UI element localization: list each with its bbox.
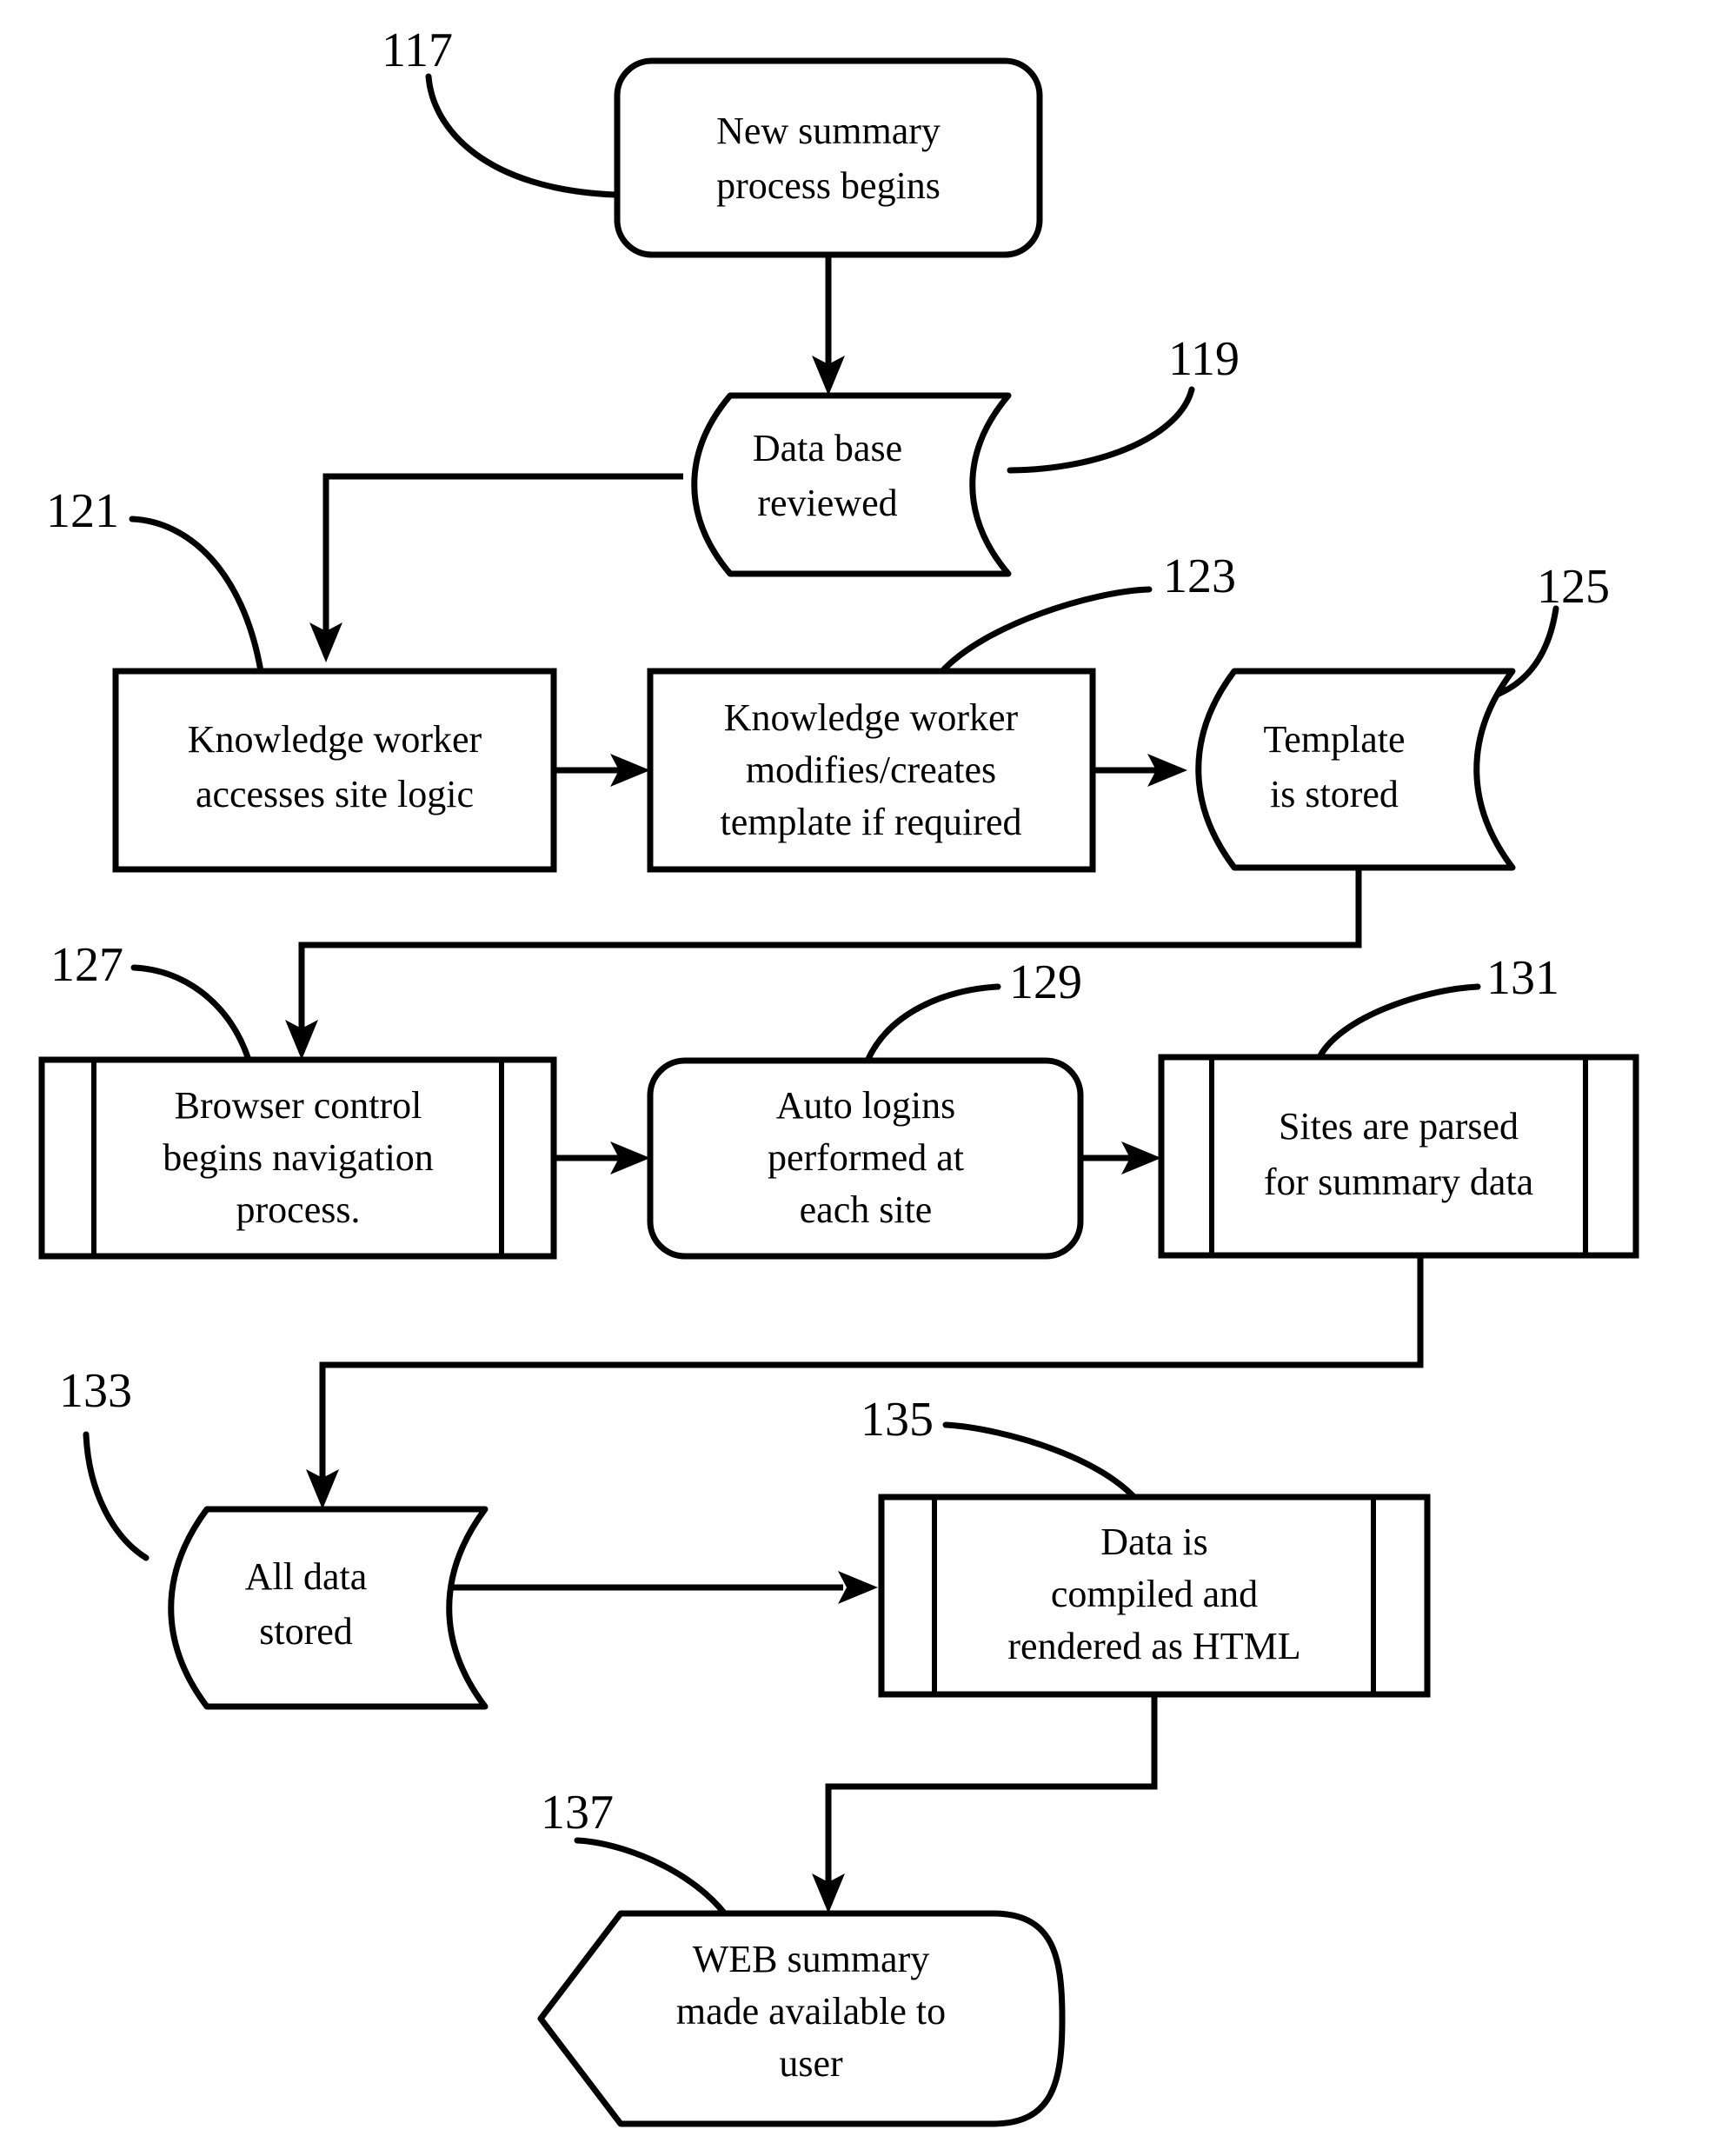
ref-label-135: 135 xyxy=(861,1393,934,1447)
node-117-new-summary-process-begins[interactable]: New summary process begins xyxy=(614,57,1043,258)
flowchart-svg: New summary process begins Data base rev… xyxy=(38,23,1639,2127)
node-137-line1: WEB summary xyxy=(693,1938,930,1980)
ref-label-127: 127 xyxy=(50,938,123,992)
node-125-template-is-stored[interactable]: Template is stored xyxy=(1195,668,1516,871)
node-123-line2: modifies/creates xyxy=(746,749,996,791)
node-129-line1: Auto logins xyxy=(776,1084,956,1127)
node-133-line1: All data xyxy=(245,1555,368,1598)
node-133-all-data-stored[interactable]: All data stored xyxy=(168,1506,489,1710)
ref-label-125: 125 xyxy=(1537,560,1610,614)
node-131-line1: Sites are parsed xyxy=(1279,1105,1519,1148)
node-121-line1: Knowledge worker xyxy=(188,718,482,761)
leader-133 xyxy=(83,1431,150,1561)
node-119-line2: reviewed xyxy=(757,482,897,524)
node-125-line2: is stored xyxy=(1270,773,1399,815)
figure-canvas: New summary process begins Data base rev… xyxy=(0,0,1715,2156)
node-119-line1: Data base xyxy=(753,427,902,469)
node-127-line3: process. xyxy=(236,1188,361,1231)
ref-label-129: 129 xyxy=(1009,955,1082,1009)
node-137-line2: made available to xyxy=(676,1990,946,2033)
node-127-line2: begins navigation xyxy=(163,1136,434,1179)
edge-119-to-121 xyxy=(309,473,683,662)
node-129-auto-logins-performed-at-each-site[interactable]: Auto logins performed at each site xyxy=(647,1057,1084,1260)
edge-123-to-125 xyxy=(1093,754,1187,787)
ref-label-121: 121 xyxy=(46,484,119,538)
edge-133-to-135 xyxy=(445,1571,878,1604)
leader-117 xyxy=(425,73,619,198)
ref-label-133: 133 xyxy=(59,1364,132,1418)
edge-135-to-137 xyxy=(812,1694,1158,1913)
leader-131 xyxy=(1316,983,1481,1061)
node-123-line1: Knowledge worker xyxy=(724,696,1019,739)
node-117-line2: process begins xyxy=(716,164,941,207)
node-135-line1: Data is xyxy=(1100,1521,1207,1563)
node-121-line2: accesses site logic xyxy=(196,773,474,815)
node-127-line1: Browser control xyxy=(175,1084,422,1127)
node-137-web-summary-made-available-to-user[interactable]: WEB summary made available to user xyxy=(537,1910,1066,2127)
node-129-line3: each site xyxy=(800,1188,933,1231)
node-135-line3: rendered as HTML xyxy=(1007,1625,1300,1667)
node-137-line3: user xyxy=(779,2042,843,2085)
ref-label-137: 137 xyxy=(541,1786,614,1840)
leader-123 xyxy=(939,586,1153,675)
node-123-line3: template if required xyxy=(721,801,1022,843)
edge-121-to-123 xyxy=(554,754,650,787)
ref-label-131: 131 xyxy=(1486,951,1559,1005)
node-125-line1: Template xyxy=(1263,718,1405,761)
leader-127 xyxy=(130,964,252,1063)
node-135-line2: compiled and xyxy=(1051,1573,1258,1615)
leader-119 xyxy=(1007,386,1195,474)
node-119-data-base-reviewed[interactable]: Data base reviewed xyxy=(691,392,1012,577)
leader-121 xyxy=(129,516,264,675)
edge-131-to-133 xyxy=(306,1255,1424,1509)
ref-label-119: 119 xyxy=(1168,332,1240,386)
node-127-browser-control-begins-navigation-process[interactable]: Browser control begins navigation proces… xyxy=(38,1056,557,1260)
node-135-data-is-compiled-and-rendered-as-html[interactable]: Data is compiled and rendered as HTML xyxy=(878,1494,1431,1698)
edge-117-to-119 xyxy=(812,255,845,396)
node-129-line2: performed at xyxy=(768,1136,964,1179)
edge-127-to-129 xyxy=(554,1141,650,1174)
ref-label-117: 117 xyxy=(382,23,453,77)
node-131-sites-are-parsed-for-summary-data[interactable]: Sites are parsed for summary data xyxy=(1158,1054,1639,1259)
leader-129 xyxy=(864,983,1001,1064)
node-133-line2: stored xyxy=(259,1610,353,1653)
node-121-knowledge-worker-accesses-site-logic[interactable]: Knowledge worker accesses site logic xyxy=(112,668,557,873)
edge-125-to-127 xyxy=(285,866,1362,1060)
node-123-knowledge-worker-modifies-creates-template[interactable]: Knowledge worker modifies/creates templa… xyxy=(647,668,1096,873)
edge-129-to-131 xyxy=(1080,1141,1161,1174)
node-131-line2: for summary data xyxy=(1264,1161,1533,1203)
node-117-line1: New summary xyxy=(716,110,941,152)
ref-label-123: 123 xyxy=(1163,549,1236,603)
